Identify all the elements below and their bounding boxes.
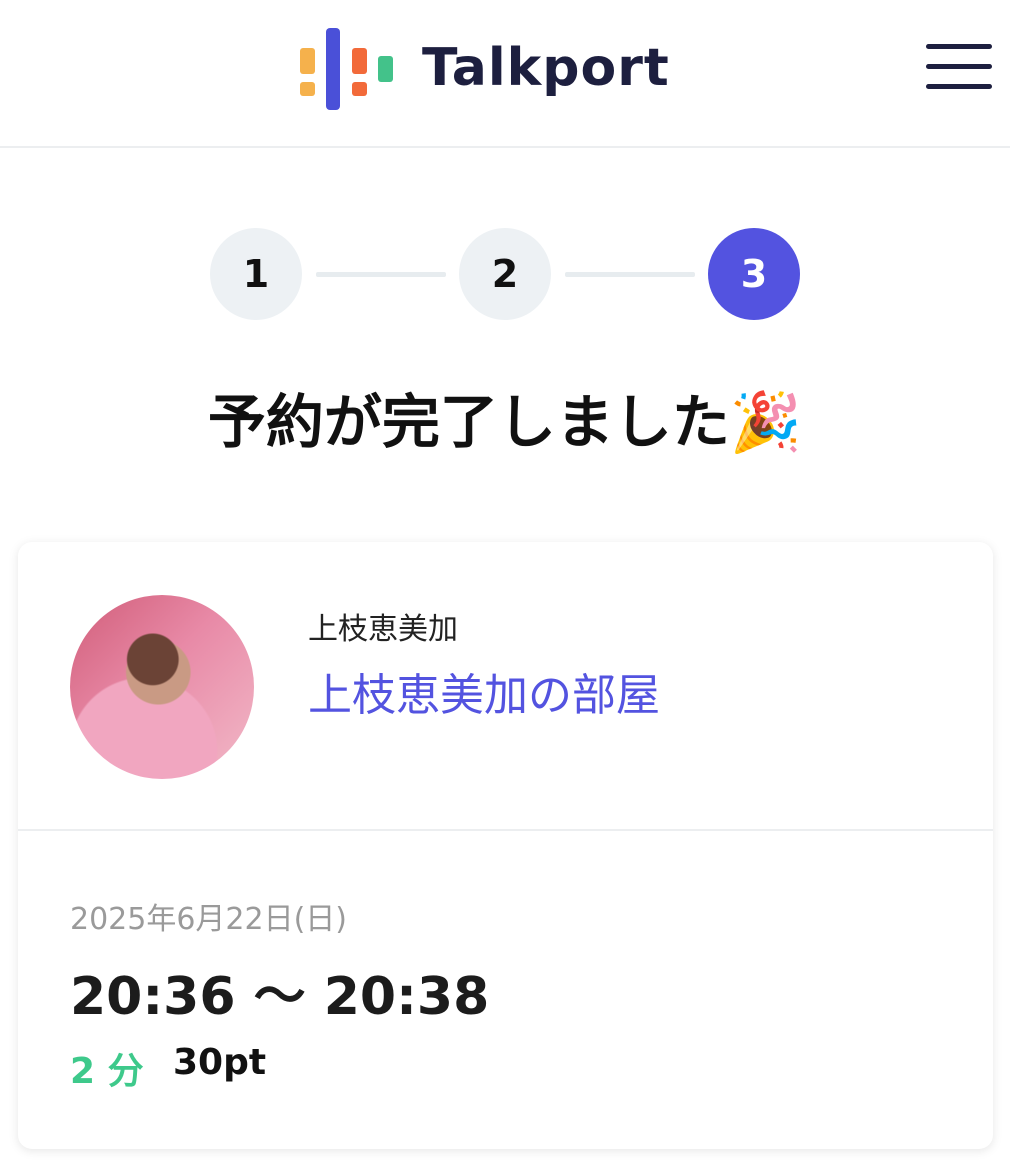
reservation-duration: 2 分 [70, 1051, 144, 1092]
menu-line [926, 64, 992, 69]
logo-dot-red [352, 82, 367, 96]
logo-dot-orange [300, 82, 315, 96]
logo-text: Talkport [422, 38, 670, 98]
logo-bar-red [352, 48, 367, 74]
reservation-date: 2025年6月22日(日) [70, 902, 348, 937]
reservation-time: 20:36 〜 20:38 [70, 967, 490, 1027]
talkport-logo[interactable]: Talkport [298, 28, 669, 112]
reservation-points: 30pt [173, 1042, 267, 1083]
menu-line [926, 84, 992, 89]
page-title: 予約が完了しました🎉 [207, 388, 803, 456]
reservation-card: 上枝恵美加 上枝恵美加の部屋 2025年6月22日(日) 20:36 〜 20:… [18, 542, 993, 1149]
logo-bar-green [378, 56, 393, 82]
hamburger-menu-icon[interactable] [926, 44, 994, 90]
step-3-active: 3 [708, 228, 800, 320]
header: Talkport [0, 0, 1010, 148]
owner-name: 上枝恵美加 [308, 612, 458, 647]
step-indicator: 1 2 3 [210, 228, 802, 322]
logo-bar-orange [300, 48, 315, 74]
step-connector [316, 272, 446, 277]
step-2: 2 [459, 228, 551, 320]
menu-line [926, 44, 992, 49]
step-connector [565, 272, 695, 277]
step-1: 1 [210, 228, 302, 320]
page: Talkport 1 2 3 予約が完了しました🎉 上枝恵美加 上枝恵美加の部屋… [0, 0, 1010, 1162]
logo-mark-icon [298, 28, 398, 112]
avatar[interactable] [70, 595, 254, 779]
room-info: 上枝恵美加 上枝恵美加の部屋 [18, 542, 993, 831]
room-link[interactable]: 上枝恵美加の部屋 [308, 659, 660, 723]
logo-bar-blue [326, 28, 340, 110]
